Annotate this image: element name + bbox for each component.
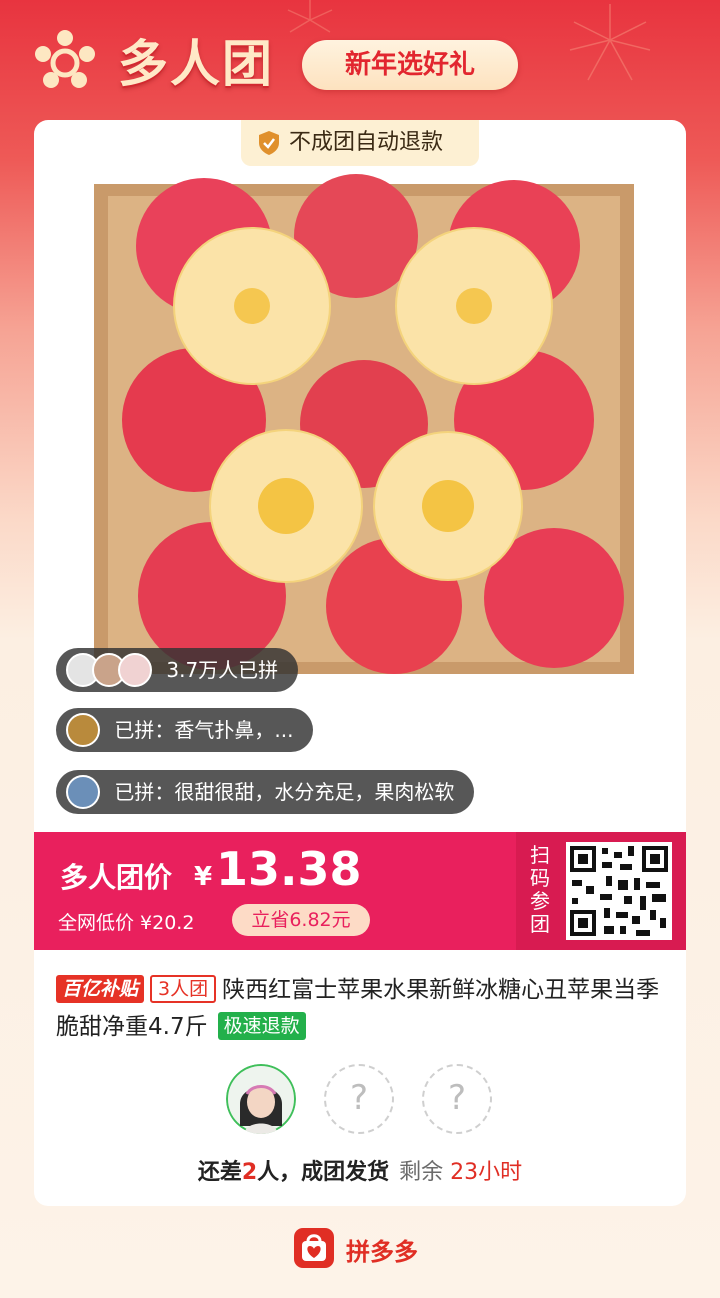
- remaining-time-label: 剩余: [399, 1160, 444, 1185]
- brand-name: 拼多多: [346, 1238, 418, 1266]
- product-title-block[interactable]: 百亿补贴 3人团 陕西红富士苹果水果新鲜冰糖心丑苹果当季脆甜净重4.7斤 极速退款: [56, 972, 666, 1046]
- joined-count-bubble: 3.7万人已拼: [56, 648, 299, 692]
- auto-refund-guarantee: 不成团自动退款: [241, 120, 479, 166]
- save-amount-badge: 立省6.82元: [232, 904, 370, 936]
- pinduoduo-logo-icon: [294, 1228, 334, 1268]
- guarantee-text: 不成团自动退款: [289, 130, 444, 155]
- review-bubble: 已拼：很甜很甜，水分充足，果肉松软: [56, 770, 475, 814]
- multi-person-group-icon: [35, 30, 95, 88]
- joined-count-text: 3.7万人已拼: [166, 658, 279, 682]
- review-text: 已拼：很甜很甜，水分充足，果肉松软: [114, 780, 455, 804]
- remaining-people-count: 2: [241, 1160, 258, 1185]
- scan-to-join-label: 扫码参团: [530, 843, 550, 936]
- empty-member-slot[interactable]: ?: [324, 1064, 394, 1134]
- price-bar: 多人团价 ¥ 13.38 全网低价 ¥20.2 立省6.82元 扫码参团: [34, 832, 686, 950]
- avatar: [118, 653, 152, 687]
- status-suffix: 人，成团发货: [257, 1160, 390, 1185]
- avatar: [66, 713, 100, 747]
- avatar: [66, 775, 100, 809]
- product-image-apple-box[interactable]: [94, 166, 634, 696]
- group-price-value: 13.38: [216, 842, 362, 896]
- review-bubble: 已拼：香气扑鼻，...: [56, 708, 314, 752]
- group-size-tag: 3人团: [150, 975, 217, 1003]
- fast-refund-tag: 极速退款: [217, 1012, 306, 1040]
- product-title: 陕西红富士苹果水果新鲜冰糖心丑苹果当季脆甜净重4.7斤: [56, 977, 660, 1040]
- qr-code-icon[interactable]: [566, 842, 672, 940]
- subsidy-tag: 百亿补贴: [56, 975, 145, 1003]
- group-status: 还差2人，成团发货 剩余 23小时: [34, 1154, 686, 1186]
- shield-check-icon: [259, 131, 279, 155]
- empty-member-slot[interactable]: ?: [422, 1064, 492, 1134]
- status-prefix: 还差: [197, 1160, 242, 1185]
- remaining-time-value: 23小时: [450, 1160, 523, 1185]
- group-buy-card: 不成团自动退款 3.7万人已拼 已拼：香气扑鼻，... 已拼：很甜很甜，水分充足…: [34, 120, 686, 1206]
- review-text: 已拼：香气扑鼻，...: [114, 718, 294, 742]
- group-members: ? ?: [226, 1064, 496, 1134]
- page-title: 多人团: [118, 35, 274, 93]
- member-avatar[interactable]: [226, 1064, 296, 1134]
- new-year-gift-button[interactable]: 新年选好礼: [302, 40, 518, 90]
- price-currency: ¥: [194, 862, 213, 892]
- qr-panel[interactable]: 扫码参团: [516, 832, 686, 950]
- lowest-price-text: 全网低价 ¥20.2: [58, 912, 195, 934]
- group-price-label: 多人团价: [60, 861, 173, 894]
- header: 多人团 新年选好礼: [0, 0, 720, 120]
